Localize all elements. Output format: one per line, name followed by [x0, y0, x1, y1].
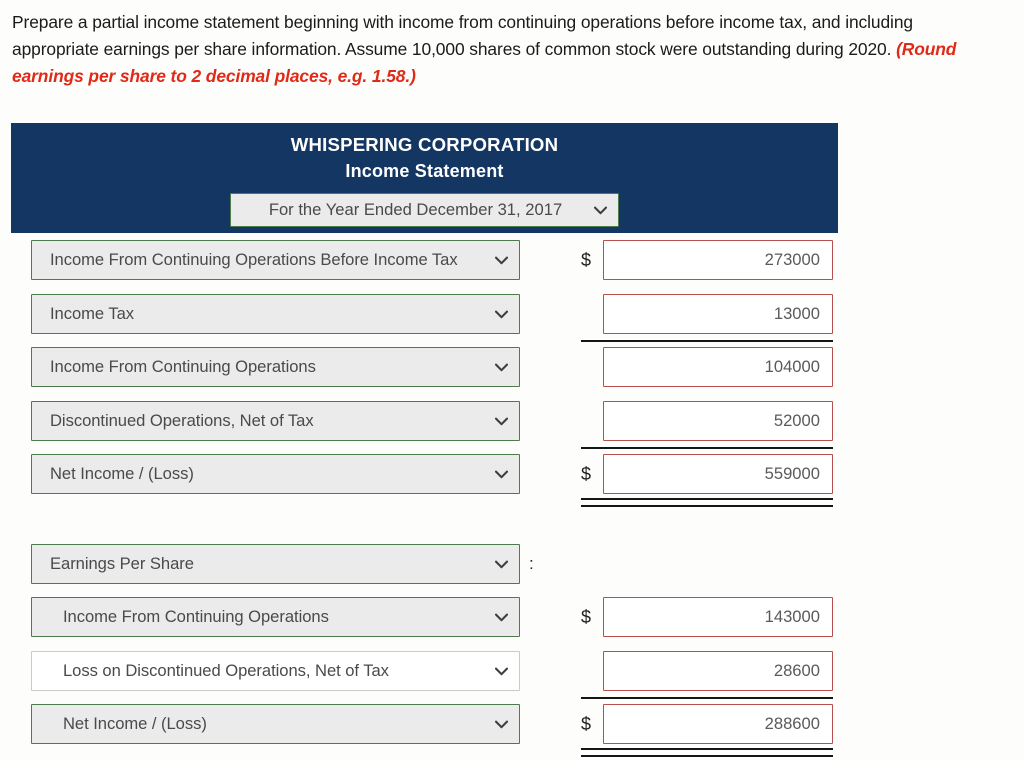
currency-symbol: $ — [581, 714, 592, 734]
income-statement-card: WHISPERING CORPORATION Income Statement … — [11, 123, 838, 758]
statement-row: Income From Continuing Operations Before… — [11, 240, 838, 294]
chevron-down-icon — [494, 241, 509, 279]
chevron-down-icon — [494, 545, 509, 583]
period-select-value: For the Year Ended December 31, 2017 — [268, 200, 563, 219]
currency-symbol: $ — [581, 464, 592, 484]
chevron-down-icon — [494, 705, 509, 743]
line-item-label: Discontinued Operations, Net of Tax — [50, 410, 314, 430]
statement-row: Income From Continuing Operations $143000 — [11, 597, 838, 651]
line-item-select[interactable]: Income From Continuing Operations Before… — [31, 240, 520, 280]
amount-input[interactable]: 52000 — [603, 400, 833, 441]
line-item-select[interactable]: Income From Continuing Operations — [31, 347, 520, 387]
amount-input[interactable]: 13000 — [603, 293, 833, 334]
question-instructions: Prepare a partial income statement begin… — [12, 9, 1002, 90]
chevron-down-icon — [593, 194, 608, 226]
line-item-select[interactable]: Net Income / (Loss) — [31, 704, 520, 744]
amount-input[interactable]: 288600 — [603, 704, 833, 744]
amount-input[interactable]: 143000 — [603, 597, 833, 637]
chevron-down-icon — [494, 295, 509, 333]
eps-colon: : — [529, 553, 534, 573]
total-double-rule — [581, 498, 833, 507]
chevron-down-icon — [494, 455, 509, 493]
line-item-label: Net Income / (Loss) — [63, 714, 207, 733]
line-item-select[interactable]: Income Tax — [31, 293, 520, 334]
instruction-text: Prepare a partial income statement begin… — [12, 12, 913, 59]
chevron-down-icon — [494, 348, 509, 386]
statement-row: Discontinued Operations, Net of Tax 52000 — [11, 400, 838, 455]
period-select[interactable]: For the Year Ended December 31, 2017 — [230, 193, 619, 227]
statement-row: Net Income / (Loss) $288600 — [11, 704, 838, 758]
line-item-select[interactable]: Income From Continuing Operations — [31, 597, 520, 637]
line-item-select[interactable]: Loss on Discontinued Operations, Net of … — [31, 650, 520, 691]
chevron-down-icon — [494, 652, 509, 690]
statement-row: Income From Continuing Operations 104000 — [11, 347, 838, 401]
line-item-label: Income Tax — [50, 303, 135, 323]
statement-row: Loss on Discontinued Operations, Net of … — [11, 650, 838, 705]
line-item-label: Loss on Discontinued Operations, Net of … — [63, 660, 389, 680]
statement-title: Income Statement — [345, 161, 504, 181]
chevron-down-icon — [494, 402, 509, 440]
chevron-down-icon — [494, 598, 509, 636]
line-item-label: Earnings Per Share — [50, 553, 194, 573]
subtotal-rule — [581, 696, 833, 699]
line-item-select[interactable]: Net Income / (Loss) — [31, 454, 520, 494]
statement-row: Earnings Per Share: — [11, 543, 838, 598]
subtotal-rule — [581, 446, 833, 449]
line-item-label: Income From Continuing Operations Before… — [50, 250, 458, 269]
line-item-label: Income From Continuing Operations — [63, 607, 329, 626]
currency-symbol: $ — [581, 607, 592, 627]
currency-symbol: $ — [581, 250, 592, 270]
amount-input[interactable]: 273000 — [603, 240, 833, 280]
line-item-label: Income From Continuing Operations — [50, 357, 316, 376]
amount-input[interactable]: 28600 — [603, 650, 833, 691]
statement-header: WHISPERING CORPORATION Income Statement … — [11, 123, 838, 233]
subtotal-rule — [581, 339, 833, 342]
line-item-label: Net Income / (Loss) — [50, 464, 194, 483]
total-double-rule — [581, 748, 833, 757]
company-name: WHISPERING CORPORATION — [290, 134, 559, 155]
amount-input[interactable]: 559000 — [603, 454, 833, 494]
line-item-select[interactable]: Discontinued Operations, Net of Tax — [31, 400, 520, 441]
amount-input[interactable]: 104000 — [603, 347, 833, 387]
statement-row: Net Income / (Loss) $559000 — [11, 454, 838, 508]
statement-rows: Income From Continuing Operations Before… — [11, 233, 838, 758]
statement-row: Income Tax 13000 — [11, 293, 838, 348]
line-item-select[interactable]: Earnings Per Share — [31, 543, 520, 584]
